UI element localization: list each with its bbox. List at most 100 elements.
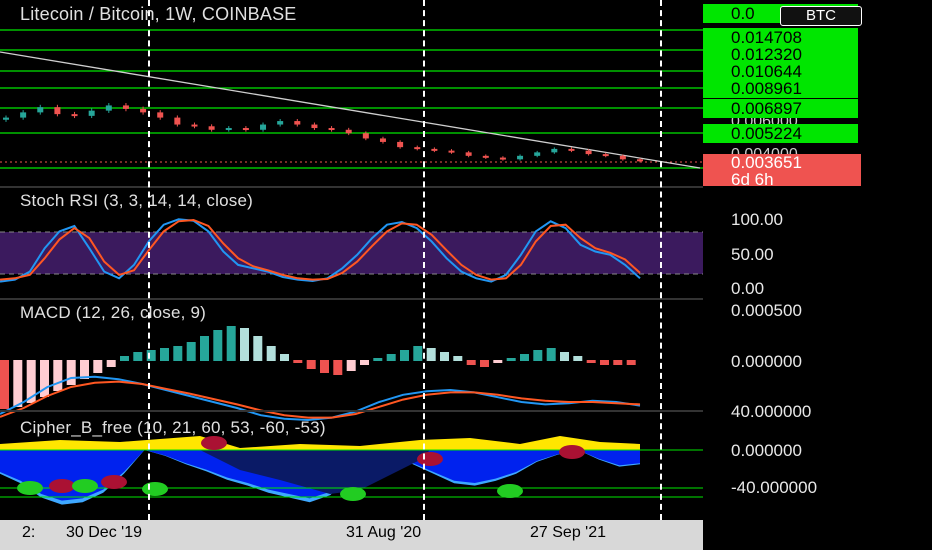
chart-title[interactable]: Litecoin / Bitcoin, 1W, COINBASE: [20, 4, 297, 25]
macd-bar: [546, 348, 556, 361]
macd-bar: [520, 354, 529, 361]
candle-body: [174, 117, 181, 125]
time-axis-label: 30 Dec '19: [66, 524, 142, 541]
stoch-axis-label: 50.00: [731, 245, 774, 264]
candle-body: [619, 155, 626, 160]
macd-bar: [413, 346, 423, 361]
macd-bar: [280, 354, 289, 361]
cipher-dot: [417, 452, 443, 466]
pane-divider[interactable]: [0, 298, 703, 300]
macd-bar: [480, 360, 489, 367]
candle-body: [277, 121, 284, 125]
time-axis-label: 27 Sep '21: [530, 524, 607, 541]
macd-bar: [573, 356, 583, 361]
chart-canvas[interactable]: [0, 0, 703, 520]
cipher-dot: [142, 482, 168, 496]
cipher-dot: [201, 436, 227, 450]
macd-bar: [360, 360, 369, 365]
macd-bar: [133, 352, 143, 361]
price-level-tag: 0.006897: [703, 99, 858, 118]
candle-body: [54, 107, 61, 115]
macd-histogram: [0, 326, 636, 409]
cipher-dot: [559, 445, 585, 459]
macd-bar: [560, 352, 569, 361]
macd-bar: [600, 360, 609, 365]
macd-bar: [320, 360, 329, 373]
support-resistance-lines: [0, 29, 703, 169]
macd-bar: [66, 360, 76, 385]
cipher-dot: [340, 487, 366, 501]
candle-body: [534, 152, 541, 156]
macd-bar: [240, 328, 249, 361]
candle-body: [208, 126, 215, 130]
trend-line[interactable]: [0, 51, 701, 169]
bar-countdown: 6d 6h: [731, 170, 774, 189]
candle-body: [551, 148, 558, 153]
candle-body: [311, 124, 318, 129]
candle-body: [328, 128, 335, 131]
pane-divider[interactable]: [0, 410, 703, 412]
candle-body: [379, 138, 386, 142]
macd-axis-label: 0.000500: [731, 301, 802, 320]
candle-body: [37, 107, 44, 113]
macd-bar: [226, 326, 236, 361]
macd-bar: [533, 350, 543, 361]
candle-body: [362, 133, 369, 139]
time-axis-label: 2:: [22, 524, 36, 541]
macd-bar: [0, 360, 9, 409]
cipher-dot: [101, 475, 127, 489]
macd-bar: [106, 360, 116, 367]
cipher-title[interactable]: Cipher_B_free (10, 21, 60, 53, -60, -53): [20, 418, 326, 438]
macd-bar: [53, 360, 63, 391]
candle-body: [20, 112, 27, 118]
cipher-money-flow-area: [0, 436, 640, 450]
candle-body: [225, 128, 232, 131]
macd-bar: [333, 360, 343, 375]
macd-bar: [266, 346, 276, 361]
time-axis-label: 31 Aug '20: [346, 524, 422, 541]
macd-axis-label: 0.000000: [731, 352, 802, 371]
time-axis[interactable]: 2: 30 Dec '19 31 Aug '20 27 Sep '21: [0, 520, 703, 550]
candle-body: [499, 157, 506, 160]
macd-bar: [386, 354, 396, 361]
candle-body: [191, 124, 198, 127]
macd-bar: [80, 360, 89, 379]
macd-bar: [426, 348, 436, 361]
period-separator: [423, 0, 425, 520]
period-separator: [660, 0, 662, 520]
macd-bar: [306, 360, 316, 369]
macd-bar: [173, 346, 183, 361]
macd-bar: [466, 360, 476, 365]
macd-title[interactable]: MACD (12, 26, close, 9): [20, 303, 206, 323]
pane-divider[interactable]: [0, 186, 703, 188]
macd-bar: [160, 348, 169, 361]
macd-bar: [186, 342, 196, 361]
chart-area[interactable]: Litecoin / Bitcoin, 1W, COINBASE Stoch R…: [0, 0, 703, 520]
candle-body: [431, 148, 438, 151]
stoch-rsi-title[interactable]: Stoch RSI (3, 3, 14, 14, close): [20, 191, 253, 211]
candle-body: [105, 105, 112, 111]
candle-body: [345, 129, 352, 134]
macd-bar: [93, 360, 103, 373]
candle-body: [585, 150, 592, 155]
period-separator: [148, 0, 150, 520]
candle-body: [397, 141, 404, 148]
candle-body: [140, 108, 147, 113]
macd-bar: [200, 336, 209, 361]
candle-body: [465, 152, 472, 156]
current-price-value: 0.003651: [731, 153, 802, 172]
currency-button[interactable]: BTC: [780, 6, 862, 26]
candle-body: [3, 117, 9, 120]
macd-bar: [626, 360, 636, 365]
macd-signal-line: [0, 380, 641, 419]
candle-body: [568, 148, 575, 151]
macd-bar: [346, 360, 356, 371]
macd-bar: [400, 350, 409, 361]
macd-bar: [13, 360, 23, 407]
candle-body: [517, 155, 524, 160]
candle-body: [602, 154, 609, 157]
stoch-axis-label: 0.00: [731, 279, 765, 298]
candle-body: [637, 159, 643, 162]
candle-body: [88, 110, 95, 116]
cipher-axis-label: 0.000000: [731, 441, 802, 460]
